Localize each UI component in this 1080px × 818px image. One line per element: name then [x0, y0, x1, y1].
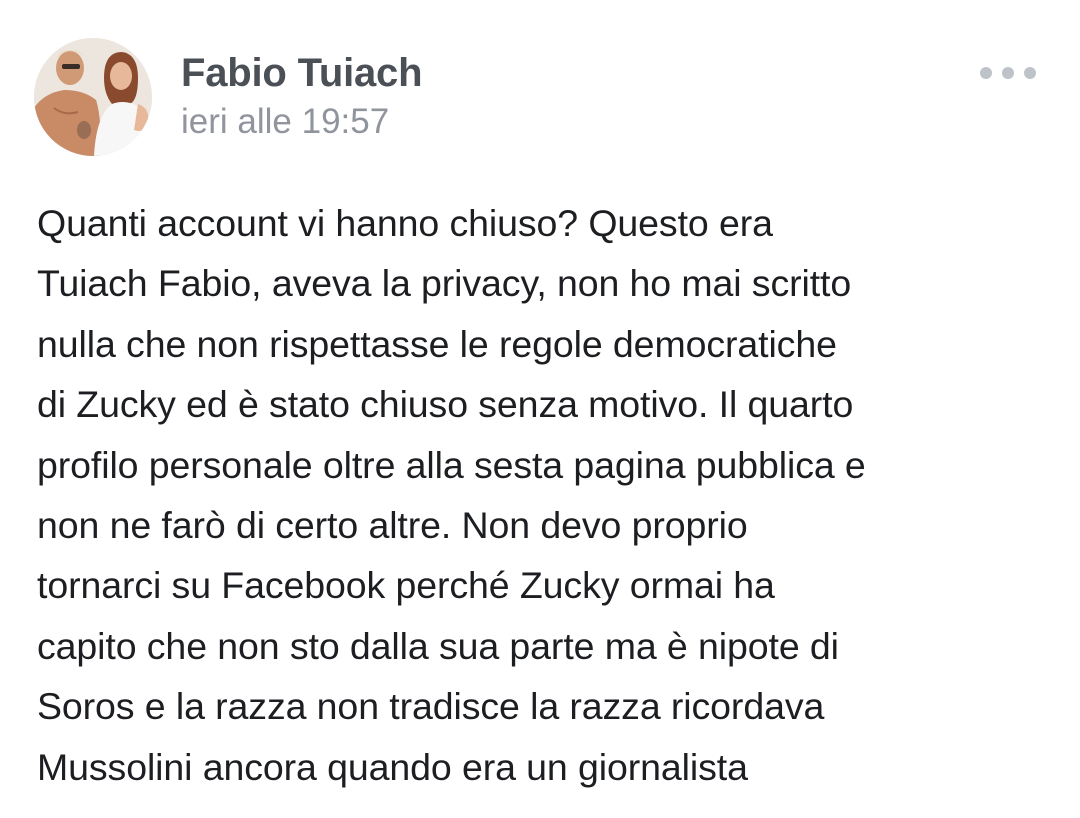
post-text-line: profilo personale oltre alla sesta pagin…	[37, 443, 866, 486]
profile-photo	[34, 38, 152, 156]
more-dot	[980, 67, 992, 79]
post-text-line: di Zucky ed è stato chiuso senza motivo.…	[37, 383, 854, 426]
post-text-line: non ne farò di certo altre. Non devo pro…	[37, 504, 748, 547]
more-dot	[1002, 67, 1014, 79]
post-text-line: Quanti account vi hanno chiuso? Questo e…	[37, 202, 773, 244]
author-name[interactable]: Fabio Tuiach	[181, 48, 423, 98]
post-text-line: tornarci su Facebook perché Zucky ormai …	[37, 564, 775, 607]
author-avatar[interactable]	[34, 38, 152, 156]
post-text-line: Soros e la razza non tradisce la razza r…	[37, 685, 825, 728]
post-text-line: capito che non sto dalla sua parte ma è …	[37, 624, 839, 667]
post-card: Fabio Tuiach ieri alle 19:57 Quanti acco…	[0, 0, 1080, 818]
post-text: Quanti account vi hanno chiuso? Questo e…	[37, 193, 1057, 797]
post-text-line: Tuiach Fabio, aveva la privacy, non ho m…	[37, 262, 852, 305]
post-text-line: Mussolini ancora quando era un giornalis…	[37, 745, 748, 788]
post-timestamp[interactable]: ieri alle 19:57	[181, 100, 389, 144]
more-dot	[1024, 67, 1036, 79]
more-options-icon[interactable]	[980, 60, 1036, 86]
post-text-line: nulla che non rispettasse le regole demo…	[37, 322, 837, 365]
